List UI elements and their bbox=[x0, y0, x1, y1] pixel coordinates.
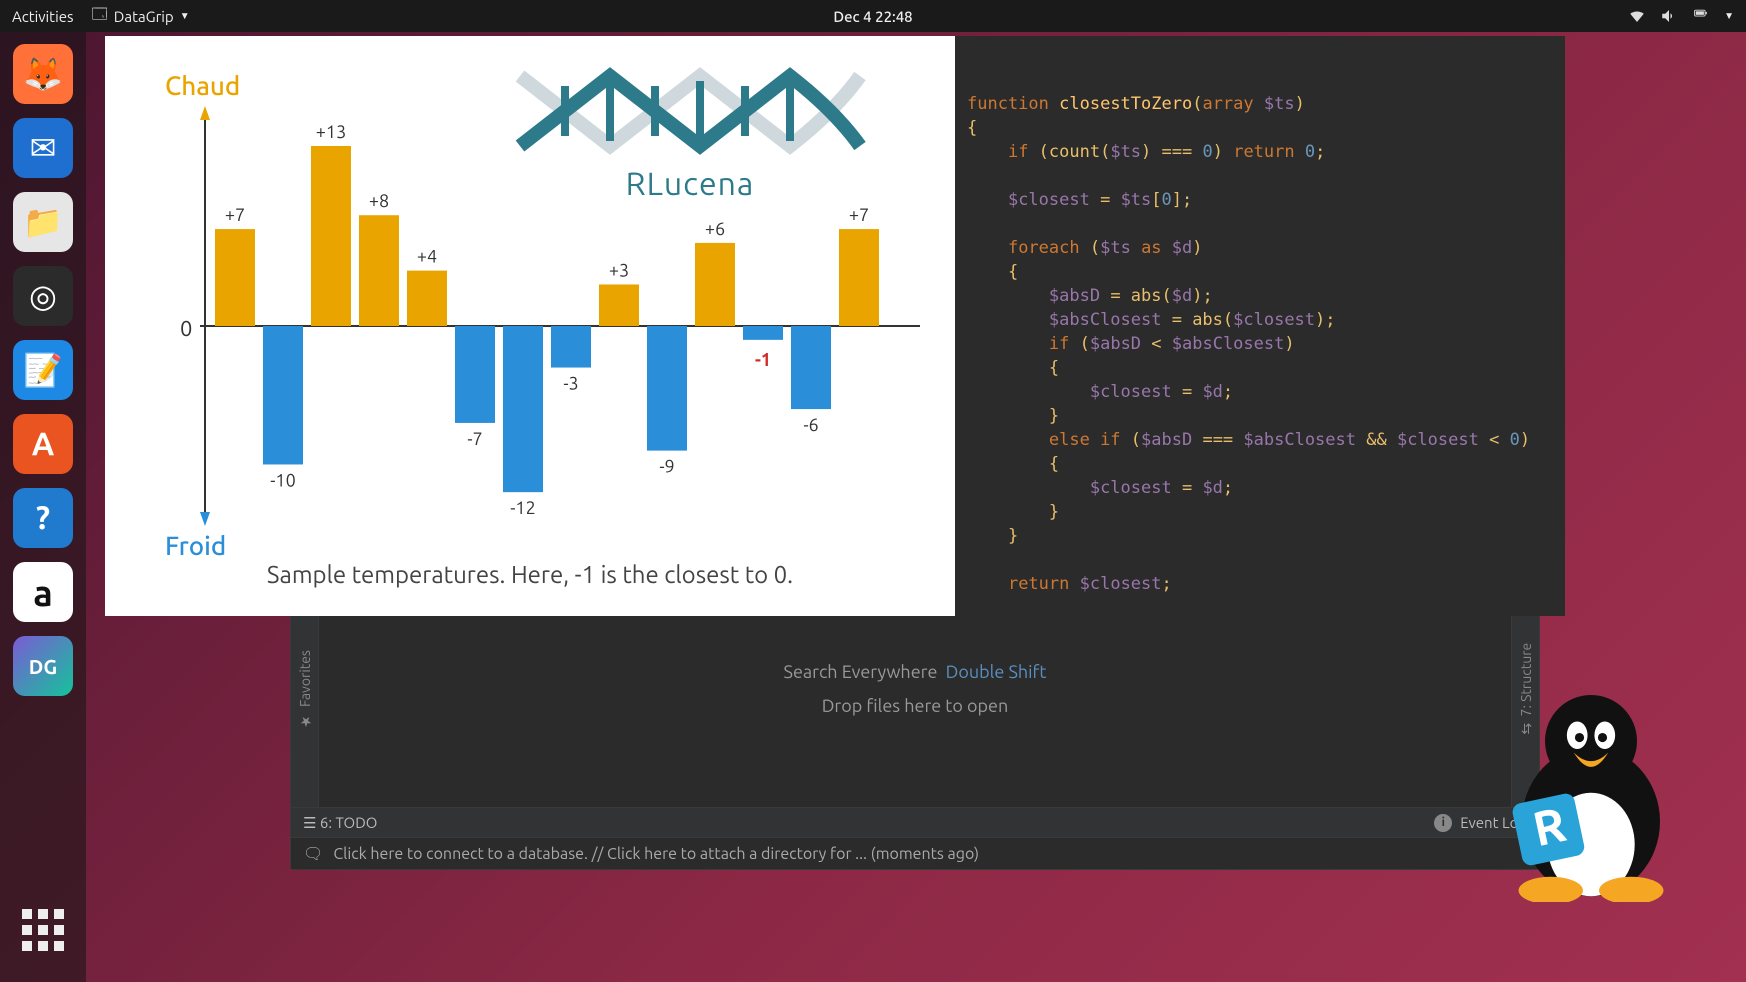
dock-item-firefox[interactable]: 🦊 bbox=[13, 44, 73, 104]
zero-label: 0 bbox=[180, 316, 192, 341]
appmenu-icon: 🗔 bbox=[92, 4, 108, 29]
bar-2 bbox=[311, 146, 351, 326]
bar-8 bbox=[599, 284, 639, 326]
bar-label-4: +4 bbox=[417, 247, 437, 267]
bar-label-8: +3 bbox=[609, 260, 629, 280]
chart-caption: Sample temperatures. Here, -1 is the clo… bbox=[105, 561, 955, 588]
dock-item-help[interactable]: ? bbox=[13, 488, 73, 548]
wifi-icon[interactable] bbox=[1628, 7, 1646, 25]
bar-12 bbox=[791, 326, 831, 409]
bar-4 bbox=[407, 271, 447, 326]
bar-1 bbox=[263, 326, 303, 464]
bar-5 bbox=[455, 326, 495, 423]
cold-axis-label: Froid bbox=[165, 531, 226, 560]
status-icon: 🗨 bbox=[303, 844, 323, 863]
activities-button[interactable]: Activities bbox=[12, 8, 74, 25]
bar-3 bbox=[359, 215, 399, 326]
bar-label-2: +13 bbox=[316, 122, 346, 142]
bar-label-3: +8 bbox=[369, 191, 389, 211]
bar-label-10: +6 bbox=[705, 219, 725, 239]
appmenu-label: DataGrip bbox=[114, 8, 174, 25]
dock-item-files[interactable]: 📁 bbox=[13, 192, 73, 252]
gnome-topbar: Activities 🗔 DataGrip ▼ Dec 4 22:48 ▼ bbox=[0, 0, 1746, 32]
bar-9 bbox=[647, 326, 687, 451]
system-menu-caret-icon[interactable]: ▼ bbox=[1724, 10, 1734, 22]
appmenu[interactable]: 🗔 DataGrip ▼ bbox=[92, 4, 190, 29]
info-icon: i bbox=[1434, 814, 1452, 832]
temperature-bar-chart: +7 -10 +13 +8 +4 -7 -12 -3 +3 -9 +6 -1 -6 +7 bbox=[200, 106, 920, 526]
bar-7 bbox=[551, 326, 591, 368]
todo-toolwindow-button[interactable]: ☰ 6: TODO bbox=[303, 814, 377, 832]
bar-11 bbox=[743, 326, 783, 340]
status-bar[interactable]: 🗨 Click here to connect to a database. /… bbox=[291, 837, 1539, 869]
bar-0 bbox=[215, 229, 255, 326]
list-icon: ☰ bbox=[303, 814, 320, 831]
chevron-down-icon: ▼ bbox=[180, 10, 190, 22]
bottom-toolbar: ☰ 6: TODO i Event Log bbox=[291, 807, 1539, 837]
bar-label-7: -3 bbox=[563, 374, 578, 394]
search-everywhere-hint: Search Everywhere Double Shift bbox=[784, 662, 1047, 682]
bar-label-12: -6 bbox=[803, 415, 818, 435]
bar-label-5: -7 bbox=[467, 429, 482, 449]
volume-icon[interactable] bbox=[1660, 7, 1678, 25]
bar-10 bbox=[695, 243, 735, 326]
dock-item-rhythmbox[interactable]: ◎ bbox=[13, 266, 73, 326]
dock-item-software[interactable]: A bbox=[13, 414, 73, 474]
status-message: Click here to connect to a database. // … bbox=[333, 845, 979, 863]
bar-label-13: +7 bbox=[849, 205, 869, 225]
dock-item-datagrip[interactable]: DG bbox=[13, 636, 73, 696]
dock-item-amazon[interactable]: a bbox=[13, 562, 73, 622]
bar-6 bbox=[503, 326, 543, 492]
php-code-editor[interactable]: function closestToZero(array $ts) { if (… bbox=[955, 36, 1565, 616]
show-apps-button[interactable] bbox=[13, 900, 73, 960]
bar-label-11: -1 bbox=[755, 350, 771, 370]
dock: 🦊 ✉ 📁 ◎ 📝 A? a DG bbox=[0, 32, 86, 982]
battery-icon[interactable] bbox=[1692, 7, 1710, 25]
dock-item-libreoffice-writer[interactable]: 📝 bbox=[13, 340, 73, 400]
bar-label-1: -10 bbox=[270, 470, 296, 490]
drop-files-hint: Drop files here to open bbox=[822, 696, 1009, 716]
bar-label-9: -9 bbox=[659, 457, 674, 477]
bar-13 bbox=[839, 229, 879, 326]
tux-mascot-icon: R bbox=[1476, 672, 1706, 902]
bar-label-6: -12 bbox=[510, 498, 536, 518]
hot-axis-label: Chaud bbox=[165, 71, 240, 100]
clock[interactable]: Dec 4 22:48 bbox=[833, 8, 912, 25]
dock-item-thunderbird[interactable]: ✉ bbox=[13, 118, 73, 178]
bar-label-0: +7 bbox=[225, 205, 245, 225]
chart-image-panel: Chaud 0 Froid RLucena +7-10+13+8+4-7-12-… bbox=[105, 36, 955, 616]
